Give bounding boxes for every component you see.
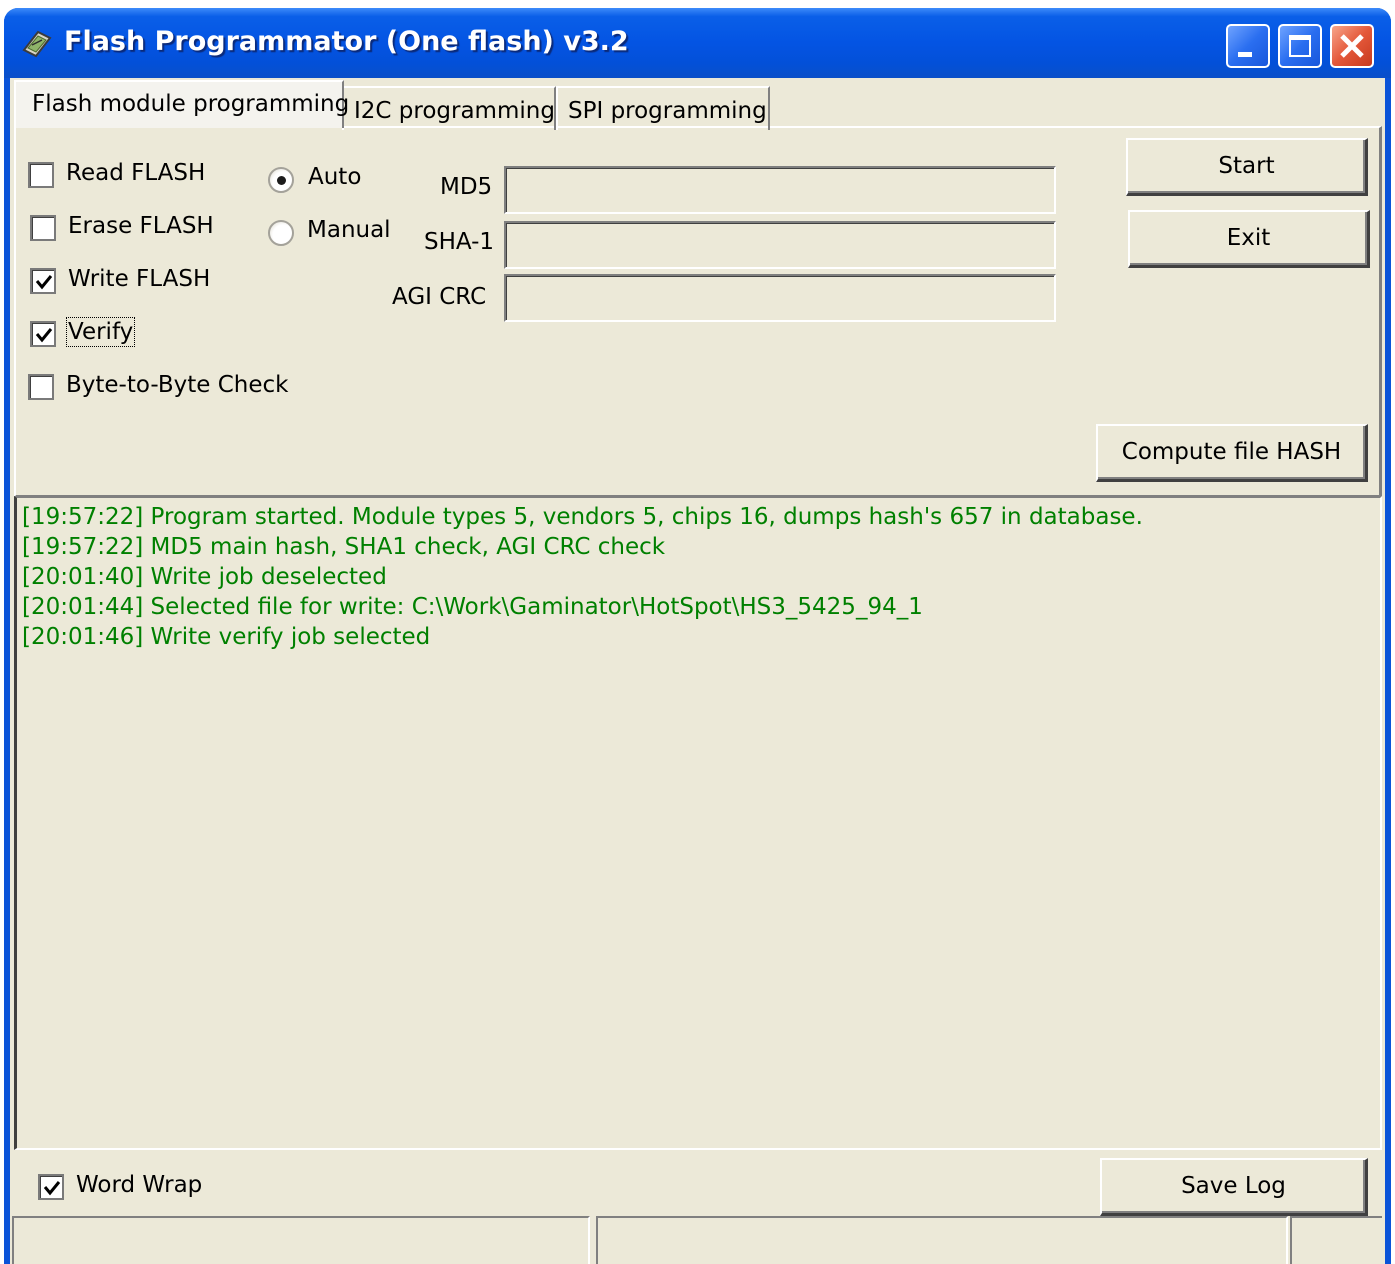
tab-spi-programming[interactable]: SPI programming [556,86,770,130]
tab-label: SPI programming [568,98,767,124]
app-window: Flash Programmator (One flash) v3.2 I2C … [4,8,1391,1264]
status-bar-left [12,1216,590,1264]
manual-radio[interactable] [268,220,294,246]
window-title: Flash Programmator (One flash) v3.2 [64,26,629,57]
start-button[interactable]: Start [1126,138,1368,196]
title-bar[interactable]: Flash Programmator (One flash) v3.2 [4,8,1391,78]
erase-flash-label[interactable]: Erase FLASH [68,213,214,239]
checkmark-icon [43,1181,61,1196]
tab-i2c-programming[interactable]: I2C programming [342,86,556,130]
erase-flash-checkbox[interactable] [30,215,56,241]
write-flash-label[interactable]: Write FLASH [68,266,210,292]
log-line: [19:57:22] Program started. Module types… [22,504,1143,530]
log-area[interactable]: [19:57:22] Program started. Module types… [14,496,1382,1150]
maximize-icon [1289,35,1311,57]
radio-selected-dot [277,176,286,185]
status-bar-grip [1290,1216,1382,1264]
sha1-field[interactable] [504,221,1056,269]
tab-label: Flash module programming [32,91,350,117]
byte-to-byte-check-checkbox[interactable] [28,374,54,400]
checkmark-icon [35,275,53,290]
minimize-button[interactable] [1226,24,1270,68]
tab-flash-module-programming[interactable]: Flash module programming [14,80,349,128]
maximize-button[interactable] [1278,24,1322,68]
log-line: [19:57:22] MD5 main hash, SHA1 check, AG… [22,534,666,560]
write-flash-checkbox[interactable] [30,268,56,294]
auto-radio[interactable] [268,167,294,193]
log-line: [20:01:46] Write verify job selected [22,624,431,650]
verify-checkbox[interactable] [30,321,56,347]
client-area: I2C programming SPI programming Flash mo… [10,78,1385,1264]
byte-to-byte-check-label[interactable]: Byte-to-Byte Check [66,372,288,398]
word-wrap-checkbox[interactable] [38,1174,64,1200]
agi-crc-label: AGI CRC [392,284,487,310]
close-icon [1340,34,1364,58]
read-flash-label[interactable]: Read FLASH [66,160,205,186]
agi-crc-field[interactable] [504,274,1056,322]
status-bar-right [596,1216,1288,1264]
read-flash-checkbox[interactable] [28,162,54,188]
compute-file-hash-button[interactable]: Compute file HASH [1096,424,1368,482]
checkmark-icon [35,328,53,343]
auto-label[interactable]: Auto [308,164,361,190]
tab-label: I2C programming [354,98,555,124]
save-log-button[interactable]: Save Log [1100,1158,1368,1216]
exit-button[interactable]: Exit [1128,210,1370,268]
word-wrap-label[interactable]: Word Wrap [76,1172,202,1198]
verify-label[interactable]: Verify [65,317,136,347]
log-line: [20:01:44] Selected file for write: C:\W… [22,594,923,620]
md5-label: MD5 [440,174,493,200]
app-icon [22,30,52,58]
minimize-icon [1238,52,1252,57]
sha1-label: SHA-1 [424,229,495,255]
manual-label[interactable]: Manual [307,217,391,243]
log-line: [20:01:40] Write job deselected [22,564,387,590]
md5-field[interactable] [504,166,1056,214]
close-button[interactable] [1330,24,1374,68]
